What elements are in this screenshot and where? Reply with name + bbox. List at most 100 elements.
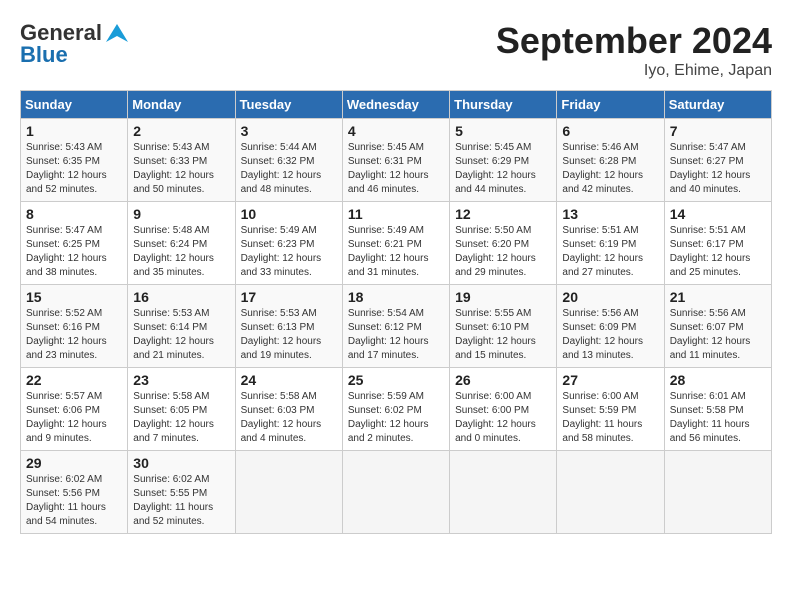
day-number: 15: [26, 289, 122, 305]
day-number: 1: [26, 123, 122, 139]
day-number: 9: [133, 206, 229, 222]
calendar-cell: 10 Sunrise: 5:49 AM Sunset: 6:23 PM Dayli…: [235, 202, 342, 285]
day-number: 12: [455, 206, 551, 222]
day-info: Sunrise: 5:43 AM Sunset: 6:35 PM Dayligh…: [26, 141, 122, 197]
location-subtitle: Iyo, Ehime, Japan: [496, 62, 772, 80]
day-info: Sunrise: 5:58 AM Sunset: 6:05 PM Dayligh…: [133, 390, 229, 446]
calendar-cell: 17Sunrise: 5:53 AM Sunset: 6:13 PM Dayli…: [235, 285, 342, 368]
logo-bird-icon: [106, 22, 128, 44]
day-info: Sunrise: 5:49 AM Sunset: 6:23 PM Dayligh…: [241, 224, 337, 280]
calendar-cell: [557, 451, 664, 534]
day-number: 13: [562, 206, 658, 222]
day-number: 7: [670, 123, 766, 139]
day-info: Sunrise: 6:01 AM Sunset: 5:58 PM Dayligh…: [670, 390, 766, 446]
calendar-cell: 4 Sunrise: 5:45 AM Sunset: 6:31 PM Daylig…: [342, 119, 449, 202]
calendar-cell: 24Sunrise: 5:58 AM Sunset: 6:03 PM Dayli…: [235, 368, 342, 451]
day-number: 19: [455, 289, 551, 305]
day-number: 22: [26, 372, 122, 388]
day-number: 2: [133, 123, 229, 139]
page-header: General Blue September 2024 Iyo, Ehime, …: [20, 20, 772, 80]
day-info: Sunrise: 5:54 AM Sunset: 6:12 PM Dayligh…: [348, 307, 444, 363]
day-number: 16: [133, 289, 229, 305]
calendar-cell: 7Sunrise: 5:47 AM Sunset: 6:27 PM Daylig…: [664, 119, 771, 202]
calendar-week-4: 22Sunrise: 5:57 AM Sunset: 6:06 PM Dayli…: [21, 368, 772, 451]
day-number: 11: [348, 206, 444, 222]
calendar-cell: 28 Sunrise: 6:01 AM Sunset: 5:58 PM Dayli…: [664, 368, 771, 451]
day-number: 27: [562, 372, 658, 388]
logo: General Blue: [20, 20, 128, 68]
calendar-cell: [342, 451, 449, 534]
calendar-cell: [664, 451, 771, 534]
day-info: Sunrise: 5:56 AM Sunset: 6:07 PM Dayligh…: [670, 307, 766, 363]
day-info: Sunrise: 5:45 AM Sunset: 6:31 PM Dayligh…: [348, 141, 444, 197]
header-tuesday: Tuesday: [235, 91, 342, 119]
calendar-cell: 21 Sunrise: 5:56 AM Sunset: 6:07 PM Dayli…: [664, 285, 771, 368]
calendar-week-2: 8 Sunrise: 5:47 AM Sunset: 6:25 PM Daylig…: [21, 202, 772, 285]
calendar-week-1: 1 Sunrise: 5:43 AM Sunset: 6:35 PM Daylig…: [21, 119, 772, 202]
day-number: 30: [133, 455, 229, 471]
calendar-week-3: 15Sunrise: 5:52 AM Sunset: 6:16 PM Dayli…: [21, 285, 772, 368]
calendar-cell: 26Sunrise: 6:00 AM Sunset: 6:00 PM Dayli…: [450, 368, 557, 451]
calendar-cell: 5 Sunrise: 5:45 AM Sunset: 6:29 PM Daylig…: [450, 119, 557, 202]
day-info: Sunrise: 5:53 AM Sunset: 6:14 PM Dayligh…: [133, 307, 229, 363]
title-area: September 2024 Iyo, Ehime, Japan: [496, 20, 772, 80]
day-number: 21: [670, 289, 766, 305]
day-info: Sunrise: 5:56 AM Sunset: 6:09 PM Dayligh…: [562, 307, 658, 363]
day-info: Sunrise: 5:47 AM Sunset: 6:25 PM Dayligh…: [26, 224, 122, 280]
calendar-cell: 14 Sunrise: 5:51 AM Sunset: 6:17 PM Dayli…: [664, 202, 771, 285]
calendar-table: SundayMondayTuesdayWednesdayThursdayFrid…: [20, 90, 772, 534]
day-number: 4: [348, 123, 444, 139]
day-number: 28: [670, 372, 766, 388]
calendar-cell: 22Sunrise: 5:57 AM Sunset: 6:06 PM Dayli…: [21, 368, 128, 451]
day-info: Sunrise: 5:51 AM Sunset: 6:17 PM Dayligh…: [670, 224, 766, 280]
day-info: Sunrise: 5:43 AM Sunset: 6:33 PM Dayligh…: [133, 141, 229, 197]
calendar-cell: 1 Sunrise: 5:43 AM Sunset: 6:35 PM Daylig…: [21, 119, 128, 202]
calendar-cell: 13 Sunrise: 5:51 AM Sunset: 6:19 PM Dayli…: [557, 202, 664, 285]
header-friday: Friday: [557, 91, 664, 119]
day-info: Sunrise: 5:51 AM Sunset: 6:19 PM Dayligh…: [562, 224, 658, 280]
day-number: 18: [348, 289, 444, 305]
day-info: Sunrise: 5:50 AM Sunset: 6:20 PM Dayligh…: [455, 224, 551, 280]
calendar-cell: 12 Sunrise: 5:50 AM Sunset: 6:20 PM Dayli…: [450, 202, 557, 285]
day-info: Sunrise: 6:02 AM Sunset: 5:55 PM Dayligh…: [133, 473, 229, 529]
calendar-cell: [235, 451, 342, 534]
day-info: Sunrise: 5:55 AM Sunset: 6:10 PM Dayligh…: [455, 307, 551, 363]
calendar-cell: 18 Sunrise: 5:54 AM Sunset: 6:12 PM Dayli…: [342, 285, 449, 368]
calendar-cell: 16 Sunrise: 5:53 AM Sunset: 6:14 PM Dayli…: [128, 285, 235, 368]
calendar-header-row: SundayMondayTuesdayWednesdayThursdayFrid…: [21, 91, 772, 119]
day-info: Sunrise: 6:02 AM Sunset: 5:56 PM Dayligh…: [26, 473, 122, 529]
header-thursday: Thursday: [450, 91, 557, 119]
calendar-cell: 11Sunrise: 5:49 AM Sunset: 6:21 PM Dayli…: [342, 202, 449, 285]
day-number: 29: [26, 455, 122, 471]
day-info: Sunrise: 5:45 AM Sunset: 6:29 PM Dayligh…: [455, 141, 551, 197]
day-info: Sunrise: 5:48 AM Sunset: 6:24 PM Dayligh…: [133, 224, 229, 280]
calendar-cell: 30 Sunrise: 6:02 AM Sunset: 5:55 PM Dayli…: [128, 451, 235, 534]
day-number: 3: [241, 123, 337, 139]
day-number: 6: [562, 123, 658, 139]
calendar-cell: 3 Sunrise: 5:44 AM Sunset: 6:32 PM Daylig…: [235, 119, 342, 202]
calendar-cell: 15Sunrise: 5:52 AM Sunset: 6:16 PM Dayli…: [21, 285, 128, 368]
day-number: 25: [348, 372, 444, 388]
day-info: Sunrise: 5:44 AM Sunset: 6:32 PM Dayligh…: [241, 141, 337, 197]
calendar-cell: 20 Sunrise: 5:56 AM Sunset: 6:09 PM Dayli…: [557, 285, 664, 368]
calendar-cell: 6 Sunrise: 5:46 AM Sunset: 6:28 PM Daylig…: [557, 119, 664, 202]
day-info: Sunrise: 6:00 AM Sunset: 5:59 PM Dayligh…: [562, 390, 658, 446]
day-number: 10: [241, 206, 337, 222]
month-title: September 2024: [496, 20, 772, 62]
day-number: 23: [133, 372, 229, 388]
day-number: 5: [455, 123, 551, 139]
day-number: 8: [26, 206, 122, 222]
day-info: Sunrise: 5:46 AM Sunset: 6:28 PM Dayligh…: [562, 141, 658, 197]
calendar-cell: [450, 451, 557, 534]
logo-text-blue: Blue: [20, 42, 68, 68]
day-number: 20: [562, 289, 658, 305]
calendar-cell: 8 Sunrise: 5:47 AM Sunset: 6:25 PM Daylig…: [21, 202, 128, 285]
calendar-cell: 25Sunrise: 5:59 AM Sunset: 6:02 PM Dayli…: [342, 368, 449, 451]
header-wednesday: Wednesday: [342, 91, 449, 119]
calendar-cell: 23 Sunrise: 5:58 AM Sunset: 6:05 PM Dayli…: [128, 368, 235, 451]
day-number: 14: [670, 206, 766, 222]
header-saturday: Saturday: [664, 91, 771, 119]
day-number: 17: [241, 289, 337, 305]
calendar-week-5: 29 Sunrise: 6:02 AM Sunset: 5:56 PM Dayli…: [21, 451, 772, 534]
calendar-cell: 9 Sunrise: 5:48 AM Sunset: 6:24 PM Daylig…: [128, 202, 235, 285]
